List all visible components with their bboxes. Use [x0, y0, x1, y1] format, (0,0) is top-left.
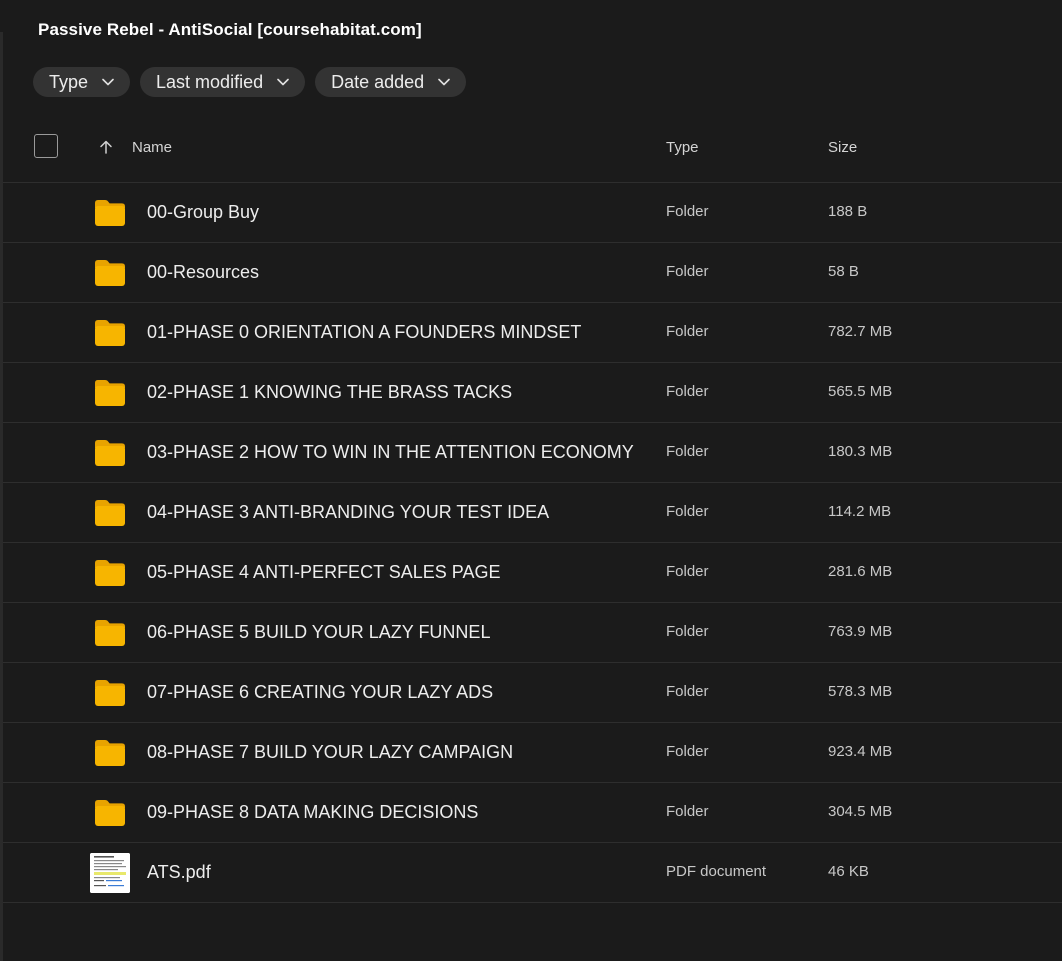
file-type: Folder [666, 683, 709, 700]
file-size: 58 B [828, 263, 859, 280]
folder-icon [94, 619, 126, 647]
filter-bar: Type Last modified Date added [33, 67, 467, 97]
file-name[interactable]: 01-PHASE 0 ORIENTATION A FOUNDERS MINDSE… [147, 322, 581, 343]
select-all-checkbox[interactable] [34, 134, 58, 158]
file-browser: Passive Rebel - AntiSocial [coursehabita… [0, 0, 1062, 961]
file-size: 923.4 MB [828, 743, 893, 760]
file-type: Folder [666, 803, 709, 820]
file-size: 46 KB [828, 863, 869, 880]
file-type: Folder [666, 503, 709, 520]
filter-type-label: Type [49, 71, 89, 92]
sort-ascending-arrow-icon[interactable] [99, 140, 113, 154]
file-size: 782.7 MB [828, 323, 893, 340]
file-name[interactable]: 06-PHASE 5 BUILD YOUR LAZY FUNNEL [147, 622, 490, 643]
file-type: Folder [666, 743, 709, 760]
chevron-down-icon [438, 78, 450, 86]
file-row[interactable]: 04-PHASE 3 ANTI-BRANDING YOUR TEST IDEA F… [3, 483, 1062, 543]
file-name[interactable]: 08-PHASE 7 BUILD YOUR LAZY CAMPAIGN [147, 742, 513, 763]
folder-icon [94, 439, 126, 467]
file-type: Folder [666, 623, 709, 640]
file-type: Folder [666, 443, 709, 460]
filter-date-added-chip[interactable]: Date added [315, 67, 467, 97]
folder-icon [94, 499, 126, 527]
file-name[interactable]: ATS.pdf [147, 862, 211, 883]
file-name[interactable]: 07-PHASE 6 CREATING YOUR LAZY ADS [147, 682, 493, 703]
file-size: 578.3 MB [828, 683, 893, 700]
folder-icon [94, 319, 126, 347]
file-size: 180.3 MB [828, 443, 893, 460]
file-size: 304.5 MB [828, 803, 893, 820]
column-header-type[interactable]: Type [666, 139, 699, 156]
file-row[interactable]: 09-PHASE 8 DATA MAKING DECISIONS Folder 30… [3, 783, 1062, 843]
column-header-size[interactable]: Size [828, 139, 857, 156]
chevron-down-icon [102, 78, 114, 86]
page-title: Passive Rebel - AntiSocial [coursehabita… [38, 20, 422, 39]
file-name[interactable]: 09-PHASE 8 DATA MAKING DECISIONS [147, 802, 478, 823]
file-name[interactable]: 00-Resources [147, 262, 259, 283]
file-name[interactable]: 03-PHASE 2 HOW TO WIN IN THE ATTENTION E… [147, 442, 634, 463]
file-name[interactable]: 05-PHASE 4 ANTI-PERFECT SALES PAGE [147, 562, 500, 583]
filter-last-modified-label: Last modified [156, 71, 264, 92]
folder-icon [94, 679, 126, 707]
file-type: PDF document [666, 863, 767, 880]
file-size: 565.5 MB [828, 383, 893, 400]
file-name[interactable]: 04-PHASE 3 ANTI-BRANDING YOUR TEST IDEA [147, 502, 549, 523]
file-type: Folder [666, 263, 709, 280]
folder-icon [94, 199, 126, 227]
file-row[interactable]: 06-PHASE 5 BUILD YOUR LAZY FUNNEL Folder 7… [3, 603, 1062, 663]
table-header: Name Type Size [3, 113, 1062, 183]
folder-icon [94, 739, 126, 767]
folder-icon [94, 559, 126, 587]
file-type: Folder [666, 323, 709, 340]
file-row[interactable]: ATS.pdf PDF document 46 KB [3, 843, 1062, 903]
filter-type-chip[interactable]: Type [33, 67, 131, 97]
file-row[interactable]: 00-Group Buy Folder 188 B [3, 183, 1062, 243]
file-type: Folder [666, 383, 709, 400]
pdf-thumbnail-icon [90, 853, 130, 893]
file-row[interactable]: 08-PHASE 7 BUILD YOUR LAZY CAMPAIGN Folde… [3, 723, 1062, 783]
file-size: 281.6 MB [828, 563, 893, 580]
file-row[interactable]: 00-Resources Folder 58 B [3, 243, 1062, 303]
folder-icon [94, 799, 126, 827]
file-list: 00-Group Buy Folder 188 B 00-Resources Folde… [3, 183, 1062, 903]
folder-icon [94, 379, 126, 407]
file-size: 188 B [828, 203, 868, 220]
file-name[interactable]: 02-PHASE 1 KNOWING THE BRASS TACKS [147, 382, 512, 403]
filter-last-modified-chip[interactable]: Last modified [140, 67, 306, 97]
file-type: Folder [666, 563, 709, 580]
column-header-name[interactable]: Name [132, 139, 172, 156]
file-name[interactable]: 00-Group Buy [147, 202, 259, 223]
file-type: Folder [666, 203, 709, 220]
file-row[interactable]: 03-PHASE 2 HOW TO WIN IN THE ATTENTION E… [3, 423, 1062, 483]
chevron-down-icon [277, 78, 289, 86]
file-row[interactable]: 02-PHASE 1 KNOWING THE BRASS TACKS Folder… [3, 363, 1062, 423]
file-size: 114.2 MB [828, 503, 892, 520]
file-row[interactable]: 05-PHASE 4 ANTI-PERFECT SALES PAGE Folder… [3, 543, 1062, 603]
filter-date-added-label: Date added [331, 71, 425, 92]
file-size: 763.9 MB [828, 623, 893, 640]
folder-icon [94, 259, 126, 287]
file-row[interactable]: 01-PHASE 0 ORIENTATION A FOUNDERS MINDSE… [3, 303, 1062, 363]
file-row[interactable]: 07-PHASE 6 CREATING YOUR LAZY ADS Folder 5… [3, 663, 1062, 723]
